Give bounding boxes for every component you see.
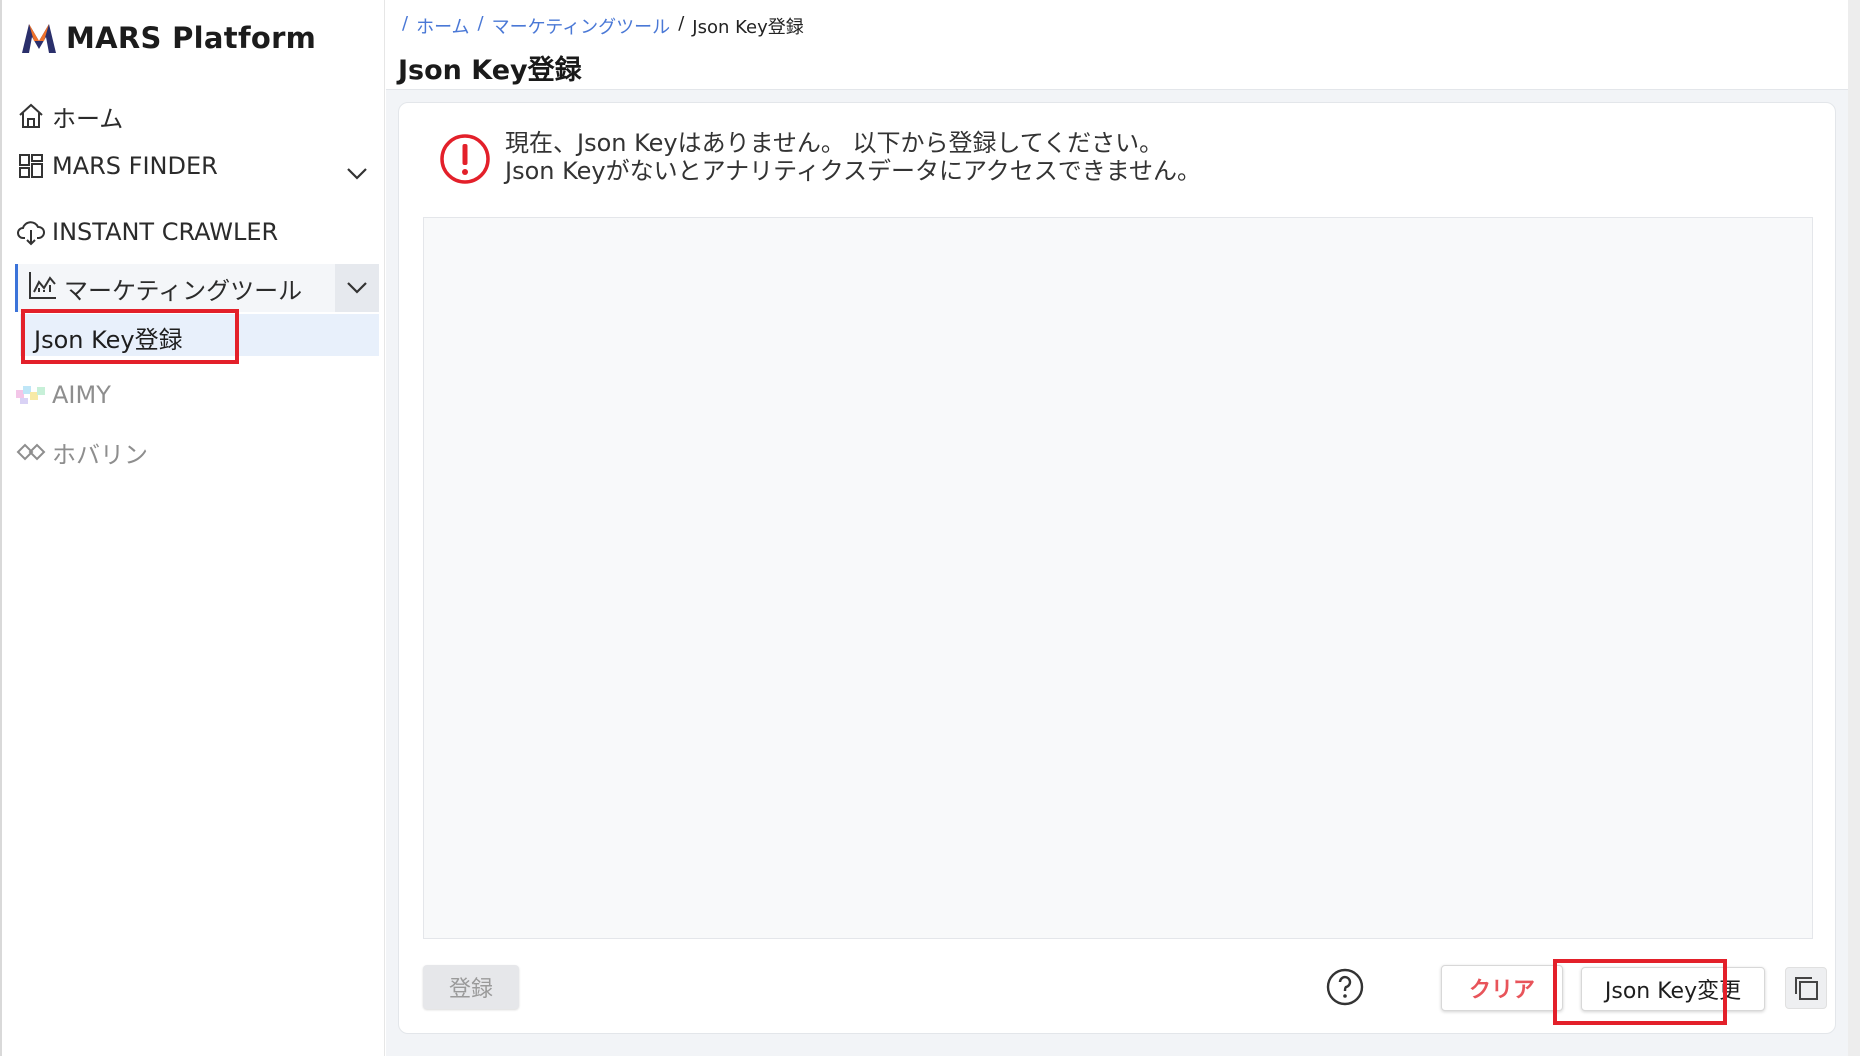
breadcrumb-current: Json Key登録: [692, 17, 804, 38]
sidebar-item-mars-finder[interactable]: MARS FINDER: [16, 146, 218, 186]
page-title: Json Key登録: [398, 55, 582, 86]
register-button[interactable]: 登録: [423, 965, 519, 1009]
logo-text: MARS Platform: [66, 21, 317, 55]
cloud-download-icon: [16, 217, 46, 247]
breadcrumb-separator: /: [477, 13, 484, 34]
aimy-logo-icon: [16, 380, 46, 410]
help-icon[interactable]: [1325, 967, 1365, 1007]
json-key-textarea[interactable]: [423, 217, 1813, 939]
breadcrumb-separator: /: [402, 13, 409, 34]
breadcrumb-marketing-link[interactable]: マーケティングツール: [492, 13, 671, 39]
dashboard-icon: [16, 151, 46, 181]
alert-message: 現在、Json Keyはありません。 以下から登録してください。 Json Ke…: [505, 129, 1201, 185]
json-key-card: 現在、Json Keyはありません。 以下から登録してください。 Json Ke…: [398, 102, 1836, 1034]
sidebar-item-label: INSTANT CRAWLER: [52, 218, 279, 246]
link-icon: [16, 437, 46, 467]
chart-icon: [28, 270, 58, 306]
mars-logo-icon: [22, 24, 56, 53]
alert-icon: [440, 134, 490, 184]
alert-line-2: Json Keyがないとアナリティクスデータにアクセスできません。: [505, 157, 1202, 185]
sidebar: MARS Platform ホーム MARS FINDER INSTANT CR…: [0, 0, 385, 1056]
sidebar-item-aimy[interactable]: AIMY: [16, 375, 111, 415]
page-header: / ホーム / マーケティングツール / Json Key登録 Json Key…: [386, 0, 1860, 90]
sidebar-item-instant-crawler[interactable]: INSTANT CRAWLER: [16, 212, 278, 252]
alert-line-1: 現在、Json Keyはありません。 以下から登録してください。: [505, 129, 1164, 157]
home-icon: [16, 101, 46, 131]
change-json-key-button[interactable]: Json Key変更: [1581, 967, 1765, 1011]
highlight-box: [21, 309, 239, 364]
sidebar-item-marketing-tools[interactable]: マーケティングツール: [15, 264, 379, 312]
logo[interactable]: MARS Platform: [20, 18, 316, 58]
clear-button[interactable]: クリア: [1441, 965, 1563, 1011]
breadcrumb-home-link[interactable]: ホーム: [416, 13, 469, 39]
main-content: / ホーム / マーケティングツール / Json Key登録 Json Key…: [386, 0, 1860, 1056]
sidebar-item-label: ホーム: [52, 104, 124, 133]
sidebar-item-label: ホバリン: [52, 440, 148, 469]
sidebar-item-label: MARS FINDER: [52, 152, 218, 180]
sidebar-item-hobarin[interactable]: ホバリン: [16, 432, 148, 472]
sidebar-item-label: AIMY: [52, 381, 111, 409]
sidebar-item-marketing-tools-label-wrap: マーケティングツール: [28, 270, 302, 306]
breadcrumb-separator: /: [678, 13, 685, 34]
chevron-down-icon[interactable]: [335, 264, 379, 312]
sidebar-item-home[interactable]: ホーム: [16, 96, 123, 136]
chevron-down-icon[interactable]: [336, 152, 378, 196]
copy-icon: [1795, 977, 1818, 1000]
breadcrumb: / ホーム / マーケティングツール / Json Key登録: [402, 13, 804, 39]
sidebar-item-label: マーケティングツール: [64, 276, 303, 305]
copy-button[interactable]: [1785, 967, 1827, 1009]
scrollbar[interactable]: [1848, 0, 1860, 1056]
